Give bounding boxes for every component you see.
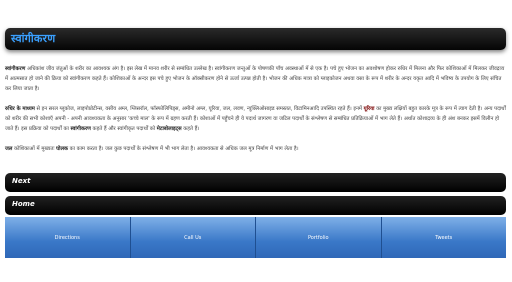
term-metabolites: मेटाबोलाइट्स — [156, 126, 182, 132]
term-solvent: घोलक — [56, 146, 68, 152]
paragraph-2-text-4: कहते हैं। — [181, 126, 200, 132]
article-content: स्वांगीकरण अधिकांश जीव जंतुओं के शरीर का… — [5, 64, 506, 164]
footer-directions[interactable]: Directions — [5, 217, 131, 258]
paragraph-1-text: अधिकांश जीव जंतुओं के शरीर का आवश्यक अंग… — [5, 66, 505, 92]
paragraph-1: स्वांगीकरण अधिकांश जीव जंतुओं के शरीर का… — [5, 64, 506, 94]
footer-tweets[interactable]: Tweets — [382, 217, 507, 258]
home-label: Home — [12, 200, 35, 208]
next-button[interactable]: Next — [5, 173, 506, 192]
page-title: स्वांगीकरण — [11, 32, 56, 45]
footer-call-us[interactable]: Call Us — [131, 217, 256, 258]
home-button[interactable]: Home — [5, 196, 506, 215]
term-assimilation-2: स्वांगीकरण — [70, 126, 91, 132]
term-urea: यूरिया — [363, 106, 375, 112]
paragraph-2-text-3: कहते हैं और स्वांगीकृत पदार्थों को — [90, 126, 157, 132]
page-header: स्वांगीकरण — [5, 28, 506, 50]
paragraph-3: जल कोशिकाओं में मुख्यतः घोलक का काम करता… — [5, 144, 506, 154]
term-assimilation: स्वांगीकरण — [5, 66, 26, 72]
lead-blood: रुधिर के माध्यम — [5, 106, 35, 112]
next-label: Next — [12, 177, 31, 185]
footer-portfolio[interactable]: Portfolio — [256, 217, 382, 258]
paragraph-2-text-1: से इन सरल ग्लूकोज, लाइपोप्रोटीन्स, वसीय … — [34, 106, 364, 112]
paragraph-3-text-1: कोशिकाओं में मुख्यतः — [12, 146, 57, 152]
paragraph-3-text-2: का काम करता है। जल कुछ पदार्थों के संश्ल… — [67, 146, 299, 152]
paragraph-2: रुधिर के माध्यम से इन सरल ग्लूकोज, लाइपो… — [5, 104, 506, 134]
footer-nav: Directions Call Us Portfolio Tweets — [5, 217, 506, 258]
